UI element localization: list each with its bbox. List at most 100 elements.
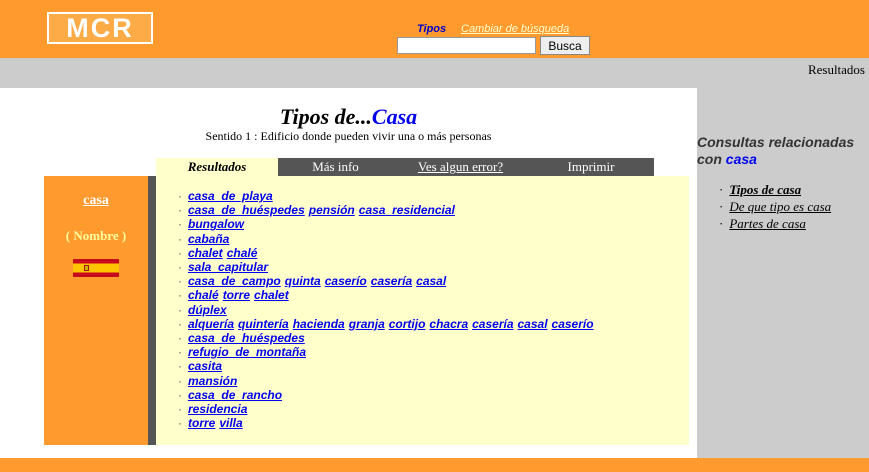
results-panel: · casa_de_playa · casa_de_huéspedes pensión c… [156,176,689,445]
bullet-icon: · [178,359,182,374]
bullet-icon: · [178,203,182,218]
result-link[interactable]: dúplex [188,303,227,317]
tab-imprimir[interactable]: Imprimir [528,158,654,176]
result-link[interactable]: casita [188,359,222,373]
word-panel: casa ( Nombre ) [44,176,148,445]
sense-definition: Sentido 1 : Edificio donde pueden vivir … [205,129,492,143]
result-link[interactable]: casal [416,274,446,288]
list-item: · alquería quintería hacienda granja cortijo c… [178,317,598,331]
related-sidebar: Consultas relacionadas con casa · Tipos d… [697,88,869,458]
related-list: · Tipos de casa · De que tipo es casa · Parte… [719,181,831,232]
bullet-icon: · [178,416,182,431]
list-item: · casa_de_playa [178,189,598,203]
related-title: Consultas relacionadas con casa [697,134,862,168]
bullet-icon: · [178,274,182,289]
result-link[interactable]: pensión [309,203,355,217]
list-item: · bungalow [178,217,598,231]
bullet-icon: · [178,231,182,246]
result-link[interactable]: mansión [188,374,237,388]
result-link[interactable]: chalet [254,288,289,302]
result-link[interactable]: casería [371,274,412,288]
result-link[interactable]: caserío [325,274,367,288]
list-item: · casa_de_campo quinta caserío casería casal [178,274,598,288]
result-link[interactable]: alquería [188,317,234,331]
related-term: casa [725,151,757,167]
result-link[interactable]: caserío [552,317,594,331]
result-link[interactable]: torre [188,416,215,430]
result-link[interactable]: villa [219,416,242,430]
search-button[interactable]: Busca [540,36,590,55]
page-title: Tipos de...Casa [0,104,697,130]
bullet-icon: · [178,260,182,275]
bullet-icon: · [178,345,182,360]
tab-report-error[interactable]: Ves algun error? [393,158,528,176]
result-link[interactable]: casa_de_huéspedes [188,203,305,217]
related-title-text: Consultas relacionadas con [697,134,855,167]
title-prefix: Tipos de... [279,104,372,129]
results-bar: Resultados [0,58,869,88]
list-item: · casa_de_rancho [178,388,598,402]
result-link[interactable]: cortijo [389,317,426,331]
result-link[interactable]: torre [223,288,250,302]
result-link[interactable]: bungalow [188,217,244,231]
result-link[interactable]: casa_de_rancho [188,388,282,402]
list-item: · chalé torre chalet [178,288,598,302]
list-item: · mansión [178,374,598,388]
list-item: · torre villa [178,416,598,430]
bullet-icon: · [719,182,724,197]
tab-resultados[interactable]: Resultados [156,158,278,176]
result-link[interactable]: quinta [285,274,321,288]
mcr-logo[interactable]: MCR [47,12,153,44]
list-item: · casa_de_huéspedes [178,331,598,345]
result-link[interactable]: chacra [429,317,468,331]
bullet-icon: · [719,199,724,214]
bullet-icon: · [178,189,182,203]
bullet-icon: · [178,288,182,303]
results-bar-label: Resultados [807,62,865,77]
related-link[interactable]: De que tipo es casa [729,199,831,214]
result-link[interactable]: granja [349,317,385,331]
word-link[interactable]: casa [44,193,148,209]
bullet-icon: · [178,217,182,232]
bottom-bar [0,458,869,472]
bullet-icon: · [178,302,182,317]
list-item: · dúplex [178,303,598,317]
spain-flag-icon[interactable] [73,259,119,277]
related-link[interactable]: Partes de casa [729,216,806,231]
related-link[interactable]: Tipos de casa [729,182,801,197]
list-item: · casita [178,359,598,373]
result-link[interactable]: residencia [188,402,247,416]
list-item: · sala_capitular [178,260,598,274]
change-search-link[interactable]: Cambiar de búsqueda [461,23,569,35]
result-link[interactable]: chalet [188,246,223,260]
nav-tipos-label: Tipos [417,23,447,35]
search-input[interactable] [397,37,536,54]
result-link[interactable]: quintería [238,317,289,331]
result-link[interactable]: chalé [188,288,219,302]
result-link[interactable]: hacienda [293,317,345,331]
result-link[interactable]: cabaña [188,232,229,246]
tab-bar: Resultados Más info Ves algun error? Imp… [156,158,654,176]
bullet-icon: · [178,316,182,331]
list-item: · cabaña [178,232,598,246]
tab-mas-info[interactable]: Más info [278,158,393,176]
result-link[interactable]: sala_capitular [188,260,268,274]
result-link[interactable]: casería [472,317,513,331]
result-link[interactable]: chalé [227,246,258,260]
result-link[interactable]: casa_de_playa [188,189,273,203]
related-item: · Partes de casa [719,215,831,232]
related-item: · De que tipo es casa [719,198,831,215]
result-link[interactable]: refugio_de_montaña [188,345,306,359]
result-link[interactable]: casa_de_huéspedes [188,331,305,345]
result-link[interactable]: casal [518,317,548,331]
bullet-icon: · [719,216,724,231]
part-of-speech: ( Nombre ) [65,228,127,243]
result-link[interactable]: casa_de_campo [188,274,281,288]
bullet-icon: · [178,373,182,388]
panel-divider [148,176,156,445]
list-item: · refugio_de_montaña [178,345,598,359]
list-item: · casa_de_huéspedes pensión casa_residencia… [178,203,598,217]
result-list: · casa_de_playa · casa_de_huéspedes pensión c… [178,189,598,430]
result-link[interactable]: casa_residencial [359,203,455,217]
list-item: · residencia [178,402,598,416]
